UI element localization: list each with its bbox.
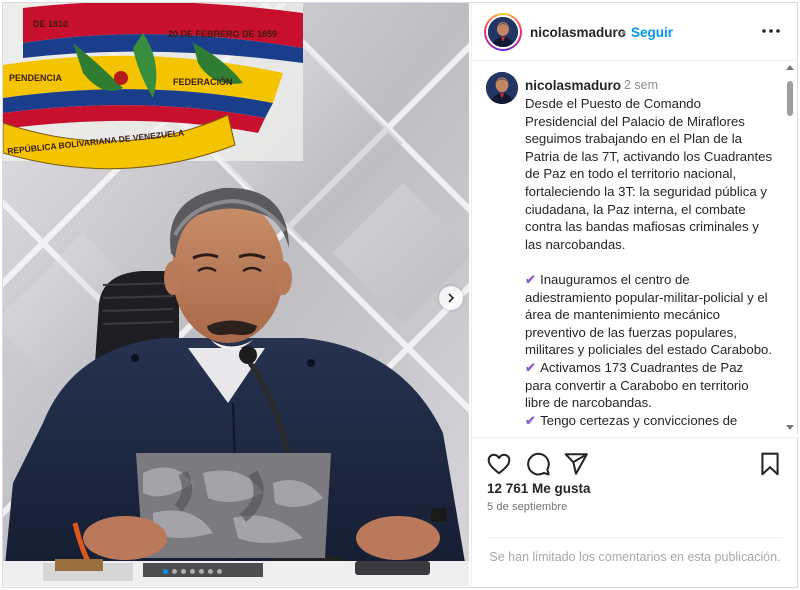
heart-icon[interactable] bbox=[486, 451, 512, 477]
like-count[interactable]: 12 761 Me gusta bbox=[487, 481, 591, 496]
post-photo[interactable]: DE 1810 20 DE FEBRERO DE 1859 PENDENCIA … bbox=[3, 3, 469, 586]
carousel-indicator bbox=[163, 569, 222, 574]
comments-limited-notice: Se han limitado los comentarios en esta … bbox=[487, 537, 783, 566]
emblem-ribbon-right: FEDERACIÓN bbox=[173, 76, 233, 87]
caption-intro: Desde el Puesto de Comando Presidencial … bbox=[525, 96, 773, 252]
carousel-dot bbox=[163, 569, 168, 574]
post-header: nicolasmaduro • Seguir bbox=[472, 3, 798, 61]
share-icon[interactable] bbox=[563, 451, 589, 477]
scrollbar-thumb[interactable] bbox=[787, 81, 793, 116]
avatar-portrait bbox=[488, 17, 518, 47]
caption-scrollbar[interactable] bbox=[784, 63, 796, 435]
author-avatar[interactable] bbox=[484, 13, 522, 51]
caption-bullet-text: Inauguramos el centro de adiestramiento … bbox=[525, 271, 773, 358]
post-date[interactable]: 5 de septiembre bbox=[487, 501, 567, 513]
scroll-up-arrow-icon[interactable] bbox=[786, 65, 794, 70]
caption-bullet-text: Tengo certezas y convicciones de bbox=[540, 412, 738, 428]
carousel-dot bbox=[199, 569, 204, 574]
carousel-dot bbox=[208, 569, 213, 574]
national-emblem: DE 1810 20 DE FEBRERO DE 1859 PENDENCIA … bbox=[3, 3, 303, 170]
emblem-ribbon-left: PENDENCIA bbox=[9, 73, 63, 83]
more-horizontal-icon[interactable] bbox=[759, 21, 783, 41]
scroll-down-arrow-icon[interactable] bbox=[786, 425, 794, 430]
carousel-dot bbox=[181, 569, 186, 574]
caption-bullet: ✔ Tengo certezas y convicciones de bbox=[525, 412, 773, 430]
caption-text: Desde el Puesto de Comando Presidencial … bbox=[525, 95, 773, 429]
action-bar bbox=[472, 437, 798, 487]
chevron-right-icon bbox=[448, 293, 455, 303]
carousel-dot bbox=[190, 569, 195, 574]
next-photo-button[interactable] bbox=[439, 286, 463, 310]
caption-username[interactable]: nicolasmaduro bbox=[525, 78, 621, 93]
carousel-dot bbox=[172, 569, 177, 574]
caption-avatar[interactable] bbox=[486, 72, 518, 104]
check-mark-icon: ✔ bbox=[525, 271, 537, 287]
carousel-dot bbox=[217, 569, 222, 574]
header-separator: • bbox=[621, 25, 626, 40]
avatar-portrait bbox=[486, 72, 518, 104]
bookmark-icon[interactable] bbox=[757, 451, 783, 477]
caption-bullet-text: Activamos 173 Cuadrantes de Paz para con… bbox=[525, 359, 749, 411]
check-mark-icon: ✔ bbox=[525, 412, 537, 428]
caption-bullet: ✔ Activamos 173 Cuadrantes de Paz para co… bbox=[525, 359, 773, 412]
post-sidebar: nicolasmaduro • Seguir nicolasmaduro 2 s… bbox=[471, 3, 798, 586]
caption-bullet: ✔ Inauguramos el centro de adiestramiento… bbox=[525, 271, 773, 359]
check-mark-icon: ✔ bbox=[525, 359, 537, 375]
photo-scene: DE 1810 20 DE FEBRERO DE 1859 PENDENCIA … bbox=[3, 3, 469, 586]
comment-icon[interactable] bbox=[525, 451, 551, 477]
emblem-date-left: DE 1810 bbox=[33, 19, 68, 29]
author-username[interactable]: nicolasmaduro bbox=[530, 25, 626, 40]
emblem-date-right: 20 DE FEBRERO DE 1859 bbox=[168, 29, 277, 39]
caption-section: nicolasmaduro 2 sem Desde el Puesto de C… bbox=[472, 62, 798, 437]
post-time-ago[interactable]: 2 sem bbox=[624, 78, 658, 92]
follow-button[interactable]: Seguir bbox=[631, 25, 673, 40]
